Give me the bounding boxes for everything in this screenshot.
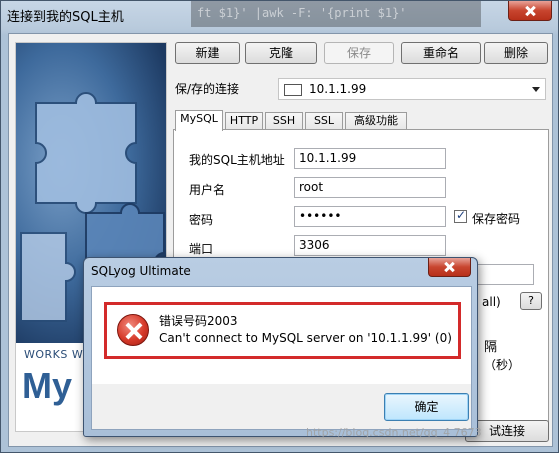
window-close-button[interactable] xyxy=(508,1,552,21)
tab-mysql[interactable]: MySQL xyxy=(175,110,223,131)
saved-connection-value: 10.1.1.99 xyxy=(309,82,367,96)
works-with-text: WORKS WI xyxy=(24,348,87,361)
dialog-title: SQLyog Ultimate xyxy=(91,264,191,278)
tab-ssh[interactable]: SSH xyxy=(265,112,303,130)
user-input[interactable]: root xyxy=(294,177,446,198)
ok-button[interactable]: 确定 xyxy=(384,393,469,421)
tab-ssl[interactable]: SSL xyxy=(305,112,343,130)
clone-button[interactable]: 克隆 xyxy=(245,42,317,64)
error-dialog: SQLyog Ultimate 错误号码2003 Can't connect t… xyxy=(83,257,478,437)
interval-partial-label: 隔 xyxy=(484,340,498,355)
connection-color-swatch xyxy=(284,84,302,96)
save-password-label: 保存密码 xyxy=(472,212,521,226)
help-button[interactable]: ? xyxy=(520,292,542,310)
host-label: 我的SQL主机地址 xyxy=(189,153,285,167)
dialog-close-button[interactable] xyxy=(428,258,471,277)
port-label: 端口 xyxy=(189,242,214,256)
chevron-down-icon xyxy=(532,87,540,92)
port-input[interactable]: 3306 xyxy=(294,235,446,256)
mysql-logo: My xyxy=(22,365,73,406)
tab-http[interactable]: HTTP xyxy=(225,112,263,130)
window-title: 连接到我的SQL主机 xyxy=(7,10,124,25)
saved-connection-label: 保/存的连接 xyxy=(175,82,240,96)
titlebar: 连接到我的SQL主机 ft $1}' |awk -F: '{print $1}' xyxy=(1,1,558,29)
message-area: 错误号码2003 Can't connect to MySQL server o… xyxy=(92,287,471,384)
new-button[interactable]: 新建 xyxy=(175,42,240,64)
rename-button[interactable]: 重命名 xyxy=(401,42,481,64)
error-icon xyxy=(117,314,149,346)
hidden-option-partial-label: all) xyxy=(482,295,501,309)
saved-connection-select[interactable]: 10.1.1.99 xyxy=(278,78,546,100)
save-password-checkbox[interactable] xyxy=(454,208,467,223)
user-label: 用户名 xyxy=(189,183,226,197)
seconds-partial-label: （秒） xyxy=(484,358,521,372)
watermark-text: https://blog.csdn.net/qq_4 7673 xyxy=(306,426,482,439)
delete-button[interactable]: 删除 xyxy=(484,42,548,64)
password-input[interactable]: •••••• xyxy=(294,206,446,227)
error-code-text: 错误号码2003 xyxy=(159,314,238,328)
error-message-text: Can't connect to MySQL server on '10.1.1… xyxy=(159,331,452,345)
password-label: 密码 xyxy=(189,213,214,227)
dialog-body: 错误号码2003 Can't connect to MySQL server o… xyxy=(91,286,472,430)
error-highlight-box: 错误号码2003 Can't connect to MySQL server o… xyxy=(104,302,461,359)
save-button[interactable]: 保存 xyxy=(324,42,394,64)
background-terminal-text: ft $1}' |awk -F: '{print $1}' xyxy=(191,1,481,27)
host-input[interactable]: 10.1.1.99 xyxy=(294,148,446,169)
tab-advanced[interactable]: 高级功能 xyxy=(345,112,407,130)
